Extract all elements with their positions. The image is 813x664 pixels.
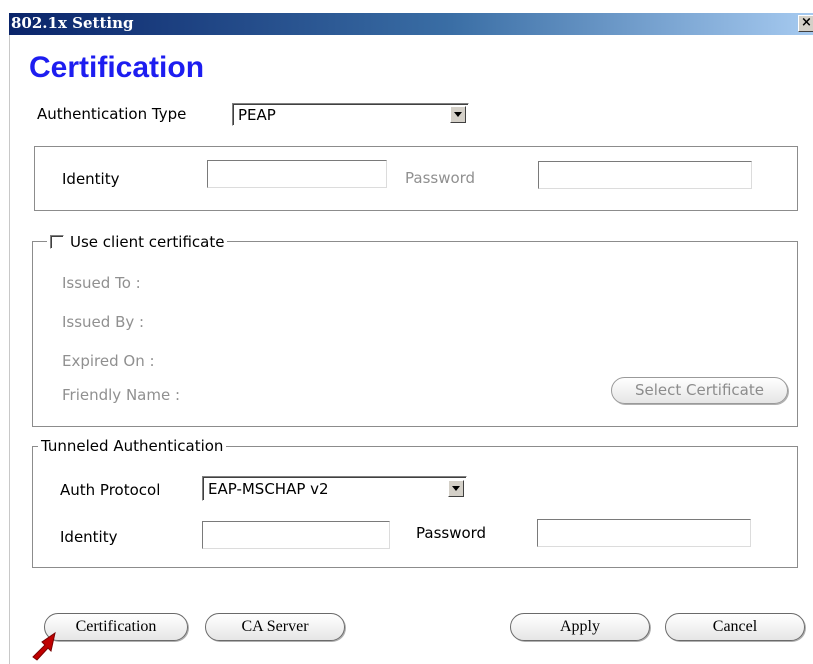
auth-protocol-select[interactable]: EAP-MSCHAP v2 — [202, 476, 467, 501]
tunneled-identity-input[interactable] — [202, 521, 390, 549]
identity-label: Identity — [62, 170, 120, 188]
auth-type-label: Authentication Type — [37, 105, 187, 123]
cancel-button[interactable]: Cancel — [665, 613, 805, 641]
use-client-certificate-checkbox[interactable] — [50, 235, 64, 249]
window-title: 802.1x Setting — [11, 14, 134, 32]
issued-by-label: Issued By : — [62, 313, 145, 331]
tunneled-identity-label: Identity — [60, 528, 118, 546]
auth-protocol-value: EAP-MSCHAP v2 — [208, 480, 329, 498]
tunneled-auth-group — [32, 446, 798, 568]
close-icon[interactable]: × — [798, 15, 813, 32]
friendly-name-label: Friendly Name : — [62, 386, 181, 404]
auth-type-value: PEAP — [238, 106, 276, 124]
identity-input[interactable] — [207, 160, 387, 188]
chevron-down-icon[interactable] — [448, 480, 464, 497]
auth-type-select[interactable]: PEAP — [232, 103, 469, 126]
tunneled-password-input[interactable] — [537, 519, 751, 547]
auth-protocol-label: Auth Protocol — [60, 481, 161, 499]
select-certificate-button[interactable]: Select Certificate — [611, 377, 788, 404]
ca-server-button[interactable]: CA Server — [205, 613, 345, 641]
use-client-certificate-label: Use client certificate — [70, 233, 225, 251]
title-bar: 802.1x Setting × — [9, 13, 813, 35]
red-arrow-icon — [32, 631, 56, 661]
page-title: Certification — [29, 51, 205, 84]
tunneled-auth-legend: Tunneled Authentication — [38, 437, 227, 455]
issued-to-label: Issued To : — [62, 274, 141, 292]
client-certificate-legend: Use client certificate — [47, 233, 228, 251]
tunneled-password-label: Password — [416, 524, 487, 542]
certification-button[interactable]: Certification — [44, 613, 188, 641]
apply-button[interactable]: Apply — [510, 613, 650, 641]
password-input[interactable] — [538, 161, 752, 189]
password-label: Password — [405, 169, 476, 187]
expired-on-label: Expired On : — [62, 352, 155, 370]
chevron-down-icon[interactable] — [450, 106, 466, 123]
